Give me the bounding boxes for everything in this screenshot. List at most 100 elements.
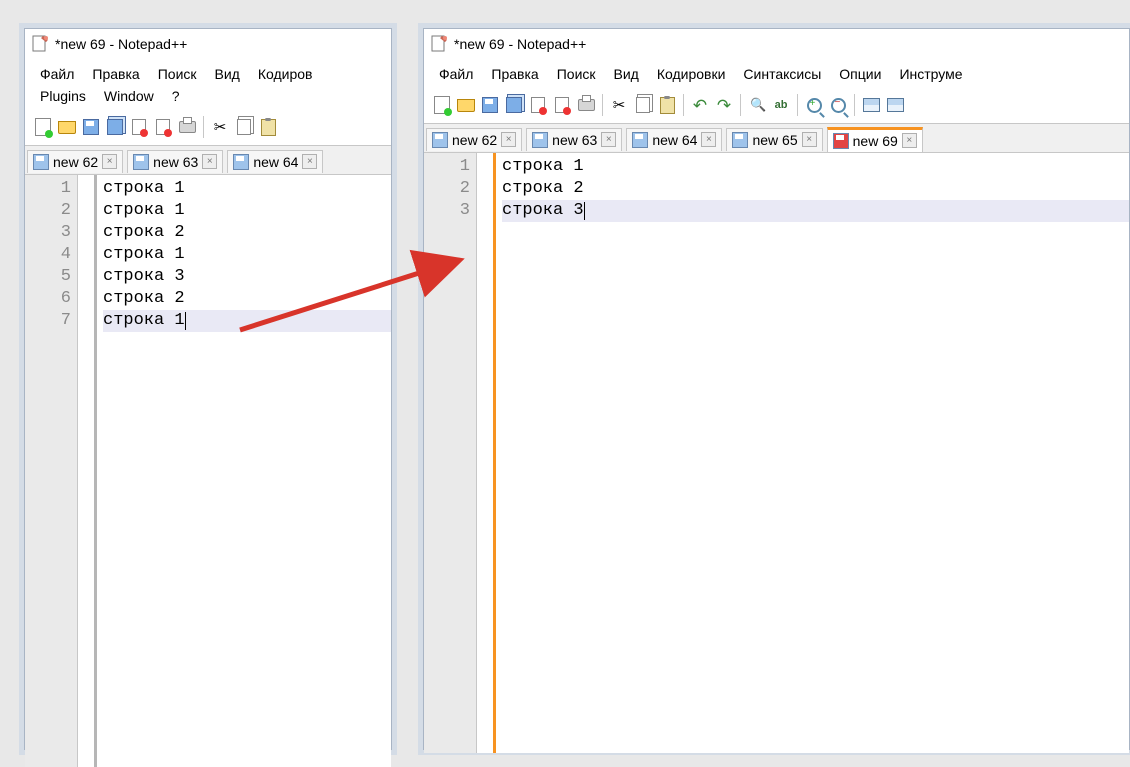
- tab-new-69[interactable]: new 69×: [827, 127, 923, 152]
- notepad-window-right: *new 69 - Notepad++ Файл Правка Поиск Ви…: [423, 28, 1130, 750]
- close-all-button[interactable]: [152, 116, 174, 138]
- menu-syntax[interactable]: Синтаксисы: [734, 63, 830, 85]
- toolbar-separator: [740, 94, 741, 116]
- toolbar-separator: [683, 94, 684, 116]
- close-tab-icon[interactable]: ×: [802, 132, 817, 147]
- save-all-button[interactable]: [503, 94, 525, 116]
- menu-bar: Файл Правка Поиск Вид Кодировки Синтакси…: [424, 59, 1129, 87]
- zoom-in-button[interactable]: [803, 94, 825, 116]
- close-tab-icon[interactable]: ×: [601, 132, 616, 147]
- tab-label: new 65: [752, 132, 797, 148]
- menu-view[interactable]: Вид: [206, 63, 249, 85]
- menu-options[interactable]: Опции: [830, 63, 890, 85]
- new-file-button[interactable]: [32, 116, 54, 138]
- document-tabs: new 62 × new 63 × new 64 ×: [25, 146, 391, 175]
- sync-v-button[interactable]: [860, 94, 882, 116]
- menu-plugins[interactable]: Plugins: [31, 85, 95, 107]
- menu-file[interactable]: Файл: [430, 63, 482, 85]
- cut-button[interactable]: ✂: [608, 94, 630, 116]
- cut-button[interactable]: ✂: [209, 116, 231, 138]
- disk-icon: [632, 132, 648, 148]
- print-button[interactable]: [176, 116, 198, 138]
- close-tab-icon[interactable]: ×: [902, 133, 917, 148]
- menu-encoding[interactable]: Кодиров: [249, 63, 322, 85]
- close-tab-icon[interactable]: ×: [102, 154, 117, 169]
- tab-new-62[interactable]: new 62 ×: [426, 128, 522, 151]
- tab-new-63[interactable]: new 63×: [526, 128, 622, 151]
- tab-label: new 63: [153, 154, 198, 170]
- copy-button[interactable]: [233, 116, 255, 138]
- tab-new-63[interactable]: new 63 ×: [127, 150, 223, 173]
- line-number: 2: [25, 200, 71, 222]
- redo-button[interactable]: ↷: [713, 94, 735, 116]
- text-cursor: [185, 312, 186, 330]
- close-button[interactable]: [527, 94, 549, 116]
- menu-edit[interactable]: Правка: [83, 63, 148, 85]
- menu-help[interactable]: ?: [163, 85, 189, 107]
- line-number-gutter: 1 2 3 4 5 6 7: [25, 175, 78, 767]
- line-number: 4: [25, 244, 71, 266]
- toolbar-separator: [203, 116, 204, 138]
- save-button[interactable]: [80, 116, 102, 138]
- tab-new-65[interactable]: new 65 ×: [726, 128, 822, 151]
- line-number: 1: [424, 156, 470, 178]
- code-line: строка 1: [103, 200, 391, 222]
- open-file-button[interactable]: [56, 116, 78, 138]
- tab-new-64[interactable]: new 64 ×: [227, 150, 323, 173]
- menu-file[interactable]: Файл: [31, 63, 83, 85]
- code-line: строка 1: [103, 244, 391, 266]
- menu-bar: Файл Правка Поиск Вид Кодиров Plugins Wi…: [25, 59, 391, 109]
- paste-button[interactable]: [656, 94, 678, 116]
- sync-h-button[interactable]: [884, 94, 906, 116]
- title-bar[interactable]: *new 69 - Notepad++: [424, 29, 1129, 59]
- line-number: 2: [424, 178, 470, 200]
- code-line: строка 1: [502, 156, 1129, 178]
- print-button[interactable]: [575, 94, 597, 116]
- line-number: 1: [25, 178, 71, 200]
- disk-icon: [732, 132, 748, 148]
- tab-label: new 62: [53, 154, 98, 170]
- close-tab-icon[interactable]: ×: [701, 132, 716, 147]
- editor-area[interactable]: 1 2 3 строка 1 строка 2 строка 3: [424, 153, 1129, 753]
- find-button[interactable]: 🔍: [746, 94, 768, 116]
- menu-edit[interactable]: Правка: [482, 63, 547, 85]
- change-marker: [78, 175, 97, 767]
- close-tab-icon[interactable]: ×: [302, 154, 317, 169]
- save-button[interactable]: [479, 94, 501, 116]
- menu-search[interactable]: Поиск: [548, 63, 605, 85]
- close-tab-icon[interactable]: ×: [501, 132, 516, 147]
- toolbar-separator: [854, 94, 855, 116]
- zoom-out-button[interactable]: [827, 94, 849, 116]
- close-all-button[interactable]: [551, 94, 573, 116]
- tab-label: new 62: [452, 132, 497, 148]
- toolbar-separator: [602, 94, 603, 116]
- menu-tools[interactable]: Инструме: [890, 63, 971, 85]
- copy-button[interactable]: [632, 94, 654, 116]
- line-number-gutter: 1 2 3: [424, 153, 477, 753]
- app-icon: [31, 35, 49, 53]
- editor-area[interactable]: 1 2 3 4 5 6 7 строка 1 строка 1 строка 2…: [25, 175, 391, 767]
- undo-button[interactable]: ↶: [689, 94, 711, 116]
- code-area[interactable]: строка 1 строка 1 строка 2 строка 1 стро…: [97, 175, 391, 767]
- tab-label: new 64: [253, 154, 298, 170]
- menu-window[interactable]: Window: [95, 85, 163, 107]
- close-tab-icon[interactable]: ×: [202, 154, 217, 169]
- tab-new-62[interactable]: new 62 ×: [27, 150, 123, 173]
- tab-new-64[interactable]: new 64 ×: [626, 128, 722, 151]
- code-line: строка 3: [103, 266, 391, 288]
- new-file-button[interactable]: [431, 94, 453, 116]
- code-area[interactable]: строка 1 строка 2 строка 3: [496, 153, 1129, 753]
- window-title: *new 69 - Notepad++: [55, 36, 187, 52]
- open-file-button[interactable]: [455, 94, 477, 116]
- menu-encoding[interactable]: Кодировки: [648, 63, 735, 85]
- disk-icon: [532, 132, 548, 148]
- close-button[interactable]: [128, 116, 150, 138]
- title-bar[interactable]: *new 69 - Notepad++: [25, 29, 391, 59]
- menu-search[interactable]: Поиск: [149, 63, 206, 85]
- tab-label: new 64: [652, 132, 697, 148]
- save-all-button[interactable]: [104, 116, 126, 138]
- line-number: 7: [25, 310, 71, 332]
- paste-button[interactable]: [257, 116, 279, 138]
- menu-view[interactable]: Вид: [605, 63, 648, 85]
- replace-button[interactable]: ab: [770, 94, 792, 116]
